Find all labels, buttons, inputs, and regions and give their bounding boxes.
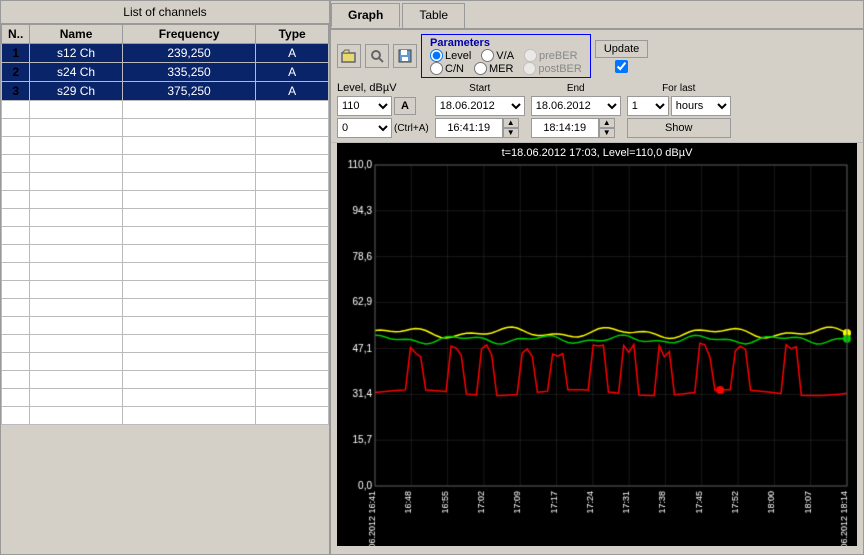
graph-wrapper: t=18.06.2012 17:03, Level=110,0 dBµV	[331, 143, 863, 554]
row-type: A	[256, 82, 329, 101]
update-area: Update	[595, 40, 648, 73]
start-time-input[interactable]	[435, 118, 503, 138]
controls-area: Parameters Level V/A preBER	[331, 30, 863, 143]
table-row[interactable]: 1 s12 Ch 239,250 A	[2, 44, 329, 63]
end-section: End 18.06.2012 ▲ ▼	[531, 83, 621, 138]
table-row-empty	[2, 209, 329, 227]
row-n: 1	[2, 44, 30, 63]
start-section: Start 18.06.2012 ▲ ▼	[435, 83, 525, 138]
table-row-empty	[2, 335, 329, 353]
start-label: Start	[435, 83, 525, 94]
row-freq: 239,250	[122, 44, 256, 63]
col-header-type: Type	[256, 25, 329, 44]
row-n: 2	[2, 63, 30, 82]
row-n: 3	[2, 82, 30, 101]
channel-table: N.. Name Frequency Type 1 s12 Ch 239,250…	[1, 24, 329, 425]
col-header-name: Name	[30, 25, 122, 44]
auto-button[interactable]: A	[394, 97, 416, 115]
ctrl-a-label: (Ctrl+A)	[394, 123, 429, 134]
for-last-section: For last 123612 hours minutes days Sho	[627, 83, 731, 138]
for-last-label: For last	[627, 83, 731, 94]
parameters-title: Parameters	[430, 37, 582, 49]
col-header-n: N..	[2, 25, 30, 44]
radio-cn[interactable]: C/N	[430, 62, 464, 75]
radio-row2: C/N MER postBER	[430, 62, 582, 75]
radio-preber[interactable]: preBER	[524, 49, 578, 62]
table-row-empty	[2, 281, 329, 299]
tab-graph[interactable]: Graph	[331, 3, 400, 28]
graph-canvas[interactable]	[337, 143, 857, 546]
table-row-empty	[2, 299, 329, 317]
table-row[interactable]: 2 s24 Ch 335,250 A	[2, 63, 329, 82]
row-type: A	[256, 44, 329, 63]
row-type: A	[256, 63, 329, 82]
radio-level[interactable]: Level	[430, 49, 471, 62]
end-label: End	[531, 83, 621, 94]
tab-table[interactable]: Table	[402, 3, 465, 28]
open-button[interactable]	[337, 44, 361, 68]
update-button[interactable]: Update	[595, 40, 648, 58]
table-row[interactable]: 3 s29 Ch 375,250 A	[2, 82, 329, 101]
level-label: Level, dBµV	[337, 82, 429, 94]
table-row-empty	[2, 353, 329, 371]
table-row-empty	[2, 317, 329, 335]
level-section: Level, dBµV 110 100 90 A 0	[337, 82, 429, 138]
col-header-freq: Frequency	[122, 25, 256, 44]
radio-postber[interactable]: postBER	[523, 62, 581, 75]
start-time-down[interactable]: ▼	[503, 128, 519, 138]
table-row-empty	[2, 101, 329, 119]
update-checkbox[interactable]	[615, 60, 628, 73]
tab-bar: Graph Table	[331, 1, 863, 30]
table-row-empty	[2, 119, 329, 137]
row-name: s12 Ch	[30, 44, 122, 63]
end-time-down[interactable]: ▼	[599, 128, 615, 138]
parameters-box: Parameters Level V/A preBER	[421, 34, 591, 78]
for-last-value[interactable]: 123612	[627, 96, 669, 116]
end-time-up[interactable]: ▲	[599, 118, 615, 128]
graph-container: t=18.06.2012 17:03, Level=110,0 dBµV	[337, 143, 857, 546]
end-date-select[interactable]: 18.06.2012	[531, 96, 621, 116]
table-row-empty	[2, 137, 329, 155]
start-date-select[interactable]: 18.06.2012	[435, 96, 525, 116]
row-freq: 335,250	[122, 63, 256, 82]
row-freq: 375,250	[122, 82, 256, 101]
end-time-input[interactable]	[531, 118, 599, 138]
right-panel: Graph Table Parameters	[331, 1, 863, 554]
table-row-empty	[2, 263, 329, 281]
table-row-empty	[2, 155, 329, 173]
panel-title: List of channels	[1, 1, 329, 24]
controls-row2: Level, dBµV 110 100 90 A 0	[337, 82, 857, 138]
row-name: s24 Ch	[30, 63, 122, 82]
table-row-empty	[2, 407, 329, 425]
table-row-empty	[2, 227, 329, 245]
row-name: s29 Ch	[30, 82, 122, 101]
table-row-empty	[2, 371, 329, 389]
radio-mer[interactable]: MER	[474, 62, 513, 75]
table-row-empty	[2, 191, 329, 209]
controls-row1: Parameters Level V/A preBER	[337, 34, 857, 78]
save-button[interactable]	[393, 44, 417, 68]
search-button[interactable]	[365, 44, 389, 68]
radio-va[interactable]: V/A	[481, 49, 514, 62]
table-row-empty	[2, 389, 329, 407]
level-select[interactable]: 110 100 90	[337, 96, 392, 116]
level-select2[interactable]: 0	[337, 118, 392, 138]
table-row-empty	[2, 173, 329, 191]
start-time-up[interactable]: ▲	[503, 118, 519, 128]
table-row-empty	[2, 245, 329, 263]
for-last-unit[interactable]: hours minutes days	[671, 96, 731, 116]
show-button[interactable]: Show	[627, 118, 731, 138]
radio-row1: Level V/A preBER	[430, 49, 582, 62]
left-panel: List of channels N.. Name Frequency Type…	[1, 1, 331, 554]
graph-tooltip: t=18.06.2012 17:03, Level=110,0 dBµV	[502, 147, 693, 159]
